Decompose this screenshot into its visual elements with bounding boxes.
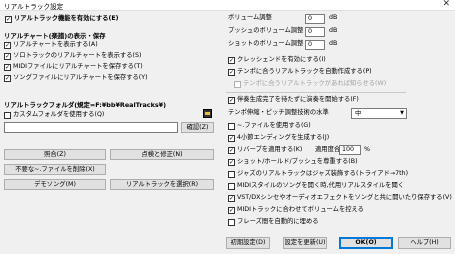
phrase-fill-checkbox[interactable]: [228, 219, 235, 226]
query-button[interactable]: 照合(Z): [4, 149, 106, 160]
jazz-chords-label: ジャズのリアルトラックはジャズ装飾する(トライアド→7th): [237, 170, 409, 177]
demo-song-button[interactable]: デモソング(M): [4, 179, 106, 190]
shot-hold-checkbox[interactable]: [228, 159, 235, 166]
save-midi-chart-label: MIDIファイルにリアルチャートを保存する(T): [13, 63, 143, 70]
four-bar-ending-label: 4小節エンディングを生成する(J): [237, 134, 330, 141]
four-bar-ending-checkbox[interactable]: [228, 135, 235, 142]
shot-volume-unit: dB: [329, 40, 338, 47]
volume-input[interactable]: 0: [305, 14, 325, 24]
save-song-chart-checkbox[interactable]: [4, 75, 11, 82]
shot-volume-label: ショットのボリューム調整: [228, 40, 304, 47]
chart-section-heading: リアルチャート(楽譜)の表示・保存: [4, 32, 106, 40]
push-volume-input[interactable]: 0: [305, 27, 325, 37]
wait-generation-checkbox[interactable]: [228, 97, 235, 104]
folder-icon[interactable]: [203, 109, 212, 118]
save-song-chart-label: ソングファイルにリアルチャートを保存する(Y): [13, 74, 148, 81]
check-fix-button[interactable]: 点検と修正(N): [110, 149, 214, 160]
ok-button[interactable]: OK(O): [339, 237, 393, 249]
update-settings-button[interactable]: 設定を更新(U): [283, 237, 327, 249]
vst-dx-label: VST/DXシンセやオーディオエフェクトをソングと共に開いたり保存する(V): [237, 194, 452, 201]
folder-path-input[interactable]: [4, 122, 178, 133]
midi-tracks-volume-checkbox[interactable]: [228, 207, 235, 214]
show-solo-chart-checkbox[interactable]: [4, 53, 11, 60]
volume-unit: dB: [329, 14, 338, 21]
save-midi-chart-checkbox[interactable]: [4, 64, 11, 71]
crescendo-checkbox[interactable]: [228, 57, 235, 64]
folder-section-heading: リアルトラックフォルダ(規定=F:¥bb¥RealTracks¥): [4, 101, 166, 109]
reverb-amount-unit: %: [364, 146, 370, 153]
vst-dx-checkbox[interactable]: [228, 195, 235, 202]
use-wav-checkbox[interactable]: [228, 123, 235, 130]
tempo-auto-label: テンポに合うリアルトラックを自動作成する(P): [237, 68, 372, 75]
reverb-label: リバーブを適用する(K): [237, 146, 303, 153]
title-bar: リアルトラック設定 ✕: [0, 0, 455, 11]
midi-tracks-volume-label: MIDIトラックに合わせてボリュームを控える: [237, 206, 364, 213]
tempo-notify-checkbox[interactable]: [234, 81, 241, 88]
volume-label: ボリューム調整: [228, 14, 272, 21]
tempo-stretch-label: テンポ伸縮・ピッチ調整技術の水準: [228, 109, 329, 116]
tempo-stretch-value: 中: [355, 110, 362, 117]
shot-volume-input[interactable]: 0: [305, 40, 325, 50]
show-chart-label: リアルチャートを表示する(A): [13, 41, 98, 48]
delete-files-button[interactable]: 不要な~.ファイルを削除(X): [4, 164, 106, 175]
shot-hold-label: ショット/ホールド/プッシュを尊重する(B): [237, 158, 358, 165]
jazz-chords-checkbox[interactable]: [228, 171, 235, 178]
midi-style-checkbox[interactable]: [228, 183, 235, 190]
select-realtracks-button[interactable]: リアルトラックを選択(R): [110, 179, 214, 190]
reverb-checkbox[interactable]: [228, 147, 235, 154]
midi-style-label: MIDIスタイルのソングを開く時,代用リアルスタイルを聞く: [237, 182, 405, 189]
custom-folder-checkbox[interactable]: [4, 112, 11, 119]
chevron-down-icon: ▼: [400, 110, 404, 116]
show-chart-checkbox[interactable]: [4, 42, 11, 49]
tempo-stretch-select[interactable]: 中 ▼: [351, 108, 407, 119]
wait-generation-label: 伴奏生成完了を待たずに演奏を開始する(F): [237, 96, 359, 103]
use-wav-label: ~.ファイルを使用する(G): [237, 122, 311, 129]
crescendo-label: クレッシェンドを有効にする(I): [237, 56, 326, 63]
tempo-auto-checkbox[interactable]: [228, 69, 235, 76]
custom-folder-label: カスタムフォルダを使用する(Q): [13, 111, 105, 118]
divider: [226, 92, 406, 93]
tempo-notify-label: テンポに合うリアルトラックがあれば知らせる(W): [243, 80, 387, 87]
window-title: リアルトラック設定: [4, 3, 64, 11]
show-solo-chart-label: ソロトラックのリアルチャートを表示する(S): [13, 52, 142, 59]
enable-realtracks-checkbox[interactable]: [5, 16, 12, 23]
confirm-button[interactable]: 確認(Z): [181, 122, 214, 133]
close-icon[interactable]: ✕: [442, 0, 450, 9]
push-volume-unit: dB: [329, 27, 338, 34]
reverb-amount-input[interactable]: 100: [339, 145, 361, 155]
help-button[interactable]: ヘルプ(H): [398, 237, 451, 249]
push-volume-label: プッシュのボリューム調整: [228, 27, 304, 34]
defaults-button[interactable]: 初期設定(D): [226, 237, 270, 249]
reverb-amount-label: 適用度合: [315, 146, 341, 153]
enable-realtracks-label: リアルトラック機能を有効にする(E): [14, 15, 119, 22]
phrase-fill-label: フレーズ間を自動的に埋める: [237, 218, 319, 225]
